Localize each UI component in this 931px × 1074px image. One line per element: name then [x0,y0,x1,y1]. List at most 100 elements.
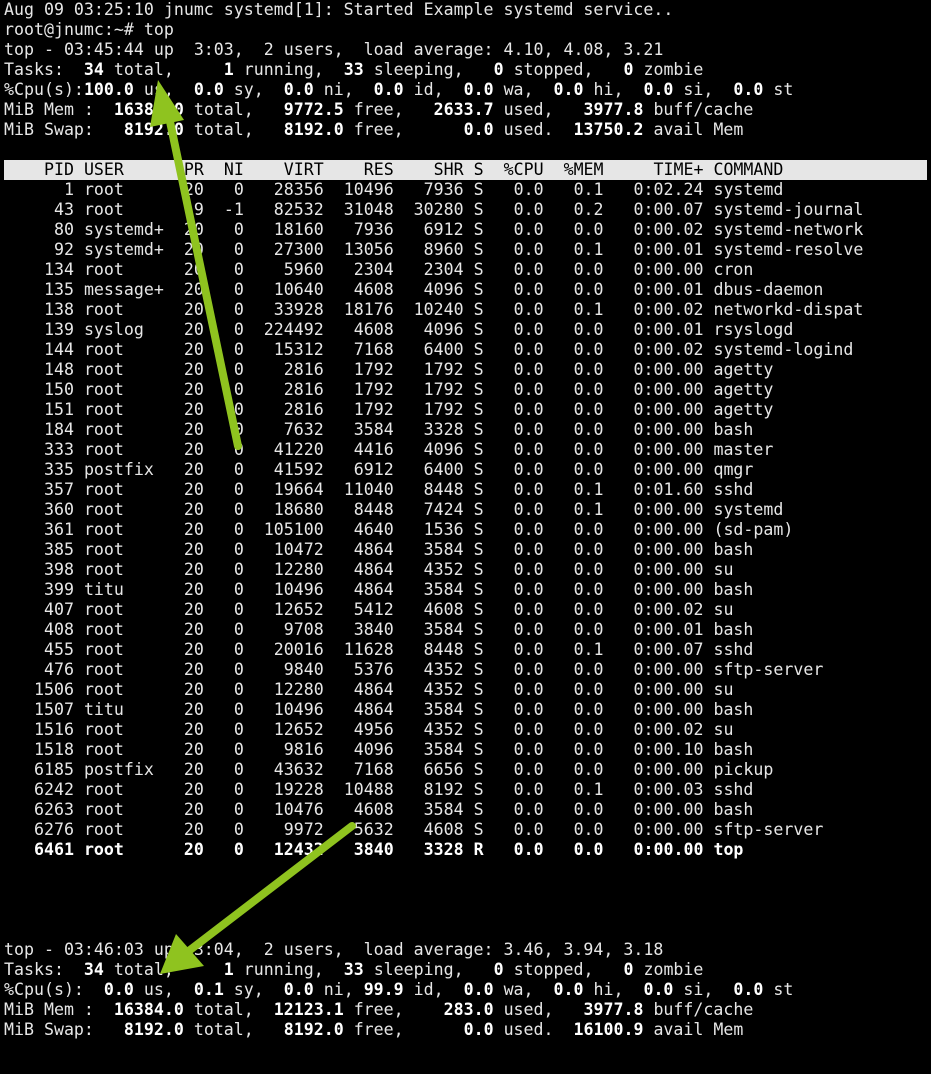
process-row[interactable]: 6263 root 20 0 10476 4608 3584 S 0.0 0.0… [4,800,931,820]
process-row[interactable]: 144 root 20 0 15312 7168 6400 S 0.0 0.0 … [4,340,931,360]
process-row[interactable]: 148 root 20 0 2816 1792 1792 S 0.0 0.0 0… [4,360,931,380]
text-value: 20 [173,240,204,259]
text-value: 385 [4,540,74,559]
text-value: 0 [213,640,244,659]
text-value: 3328 [393,420,464,439]
text-value: bash [713,420,754,439]
process-row[interactable]: 6242 root 20 0 19228 10488 8192 S 0.0 0.… [4,780,931,800]
text-value: 0.0 [403,120,494,139]
text-value: 2816 [243,400,324,419]
text-value: 3584 [393,580,464,599]
text-value: 2816 [243,360,324,379]
text-value: 0:00.00 [603,260,704,279]
process-row[interactable]: 134 root 20 0 5960 2304 2304 S 0.0 0.0 0… [4,260,931,280]
text-value: 20 [173,620,204,639]
text-value: 15312 [243,340,324,359]
text-value: 19228 [243,780,324,799]
process-row[interactable]: 150 root 20 0 2816 1792 1792 S 0.0 0.0 0… [4,380,931,400]
process-row[interactable]: 1507 titu 20 0 10496 4864 3584 S 0.0 0.0… [4,700,931,720]
process-row[interactable]: 6461 root 20 0 12432 3840 3328 R 0.0 0.0… [4,840,931,860]
text-value: 0 [463,960,504,979]
process-row[interactable]: 139 syslog 20 0 224492 4608 4096 S 0.0 0… [4,320,931,340]
text-value: 10496 [243,700,324,719]
text-value: 80 [4,220,74,239]
process-row[interactable]: 455 root 20 0 20016 11628 8448 S 0.0 0.1… [4,640,931,660]
text-value: 10472 [243,540,324,559]
process-row[interactable]: 80 systemd+ 20 0 18160 7936 6912 S 0.0 0… [4,220,931,240]
text-value: 0:00.01 [603,280,704,299]
process-row[interactable]: 357 root 20 0 19664 11040 8448 S 0.0 0.1… [4,480,931,500]
process-row[interactable]: 1 root 20 0 28356 10496 7936 S 0.0 0.1 0… [4,180,931,200]
text-value: 0 [213,540,244,559]
text-value: 10476 [243,800,324,819]
text-value: 0.0 [483,280,544,299]
process-row[interactable]: 184 root 20 0 7632 3584 3328 S 0.0 0.0 0… [4,420,931,440]
text-value: 9772.5 [253,100,344,119]
terminal[interactable]: Aug 09 03:25:10 jnumc systemd[1]: Starte… [4,0,931,1040]
text-value: root [83,800,174,819]
process-row[interactable]: 135 message+ 20 0 10640 4608 4096 S 0.0 … [4,280,931,300]
text-value: postfix [83,760,174,779]
text-value: 8192.0 [253,1020,344,1039]
process-row[interactable]: 335 postfix 20 0 41592 6912 6400 S 0.0 0… [4,460,931,480]
text-value: 3584 [393,620,464,639]
process-row[interactable]: 1516 root 20 0 12652 4956 4352 S 0.0 0.0… [4,720,931,740]
text-value: 5960 [243,260,324,279]
text-value: 0.0 [543,460,604,479]
text-value: systemd [713,180,784,199]
process-row[interactable]: 398 root 20 0 12280 4864 4352 S 0.0 0.0 … [4,560,931,580]
text-value: 1792 [323,400,394,419]
top-summary-first: top - 03:45:44 up 3:03, 2 users, load av… [4,40,931,140]
text-value: COMMAND [713,160,784,179]
text-value: 3584 [393,800,464,819]
text-value: 9816 [243,740,324,759]
text-value: 0 [213,280,244,299]
process-row[interactable]: 385 root 20 0 10472 4864 3584 S 0.0 0.0 … [4,540,931,560]
process-row[interactable]: 408 root 20 0 9708 3840 3584 S 0.0 0.0 0… [4,620,931,640]
process-row[interactable]: 361 root 20 0 105100 4640 1536 S 0.0 0.0… [4,520,931,540]
text-value: 20 [173,840,204,859]
text-value: 3584 [393,540,464,559]
text-value: 1792 [323,360,394,379]
process-row[interactable]: 399 titu 20 0 10496 4864 3584 S 0.0 0.0 … [4,580,931,600]
process-row[interactable]: 43 root 19 -1 82532 31048 30280 S 0.0 0.… [4,200,931,220]
text-value: 20 [173,280,204,299]
text-value: 11628 [323,640,394,659]
text-value: 6461 [4,840,74,859]
process-row[interactable]: 476 root 20 0 9840 5376 4352 S 0.0 0.0 0… [4,660,931,680]
text-value: 361 [4,520,74,539]
text-value: S [473,360,484,379]
text-value: 0 [213,620,244,639]
text-value: top - 03:45:44 up 3:03, 2 users, load av… [4,40,664,59]
text-value: 16384.0 [103,100,184,119]
text-value: 20 [173,420,204,439]
text-value: 0.0 [483,440,544,459]
process-row[interactable]: 1518 root 20 0 9816 4096 3584 S 0.0 0.0 … [4,740,931,760]
text-value: 0.0 [543,420,604,439]
process-row[interactable]: 360 root 20 0 18680 8448 7424 S 0.0 0.1 … [4,500,931,520]
text-value: 4608 [323,280,394,299]
process-row[interactable]: 1506 root 20 0 12280 4864 4352 S 0.0 0.0… [4,680,931,700]
process-row[interactable]: 138 root 20 0 33928 18176 10240 S 0.0 0.… [4,300,931,320]
process-row[interactable]: 407 root 20 0 12652 5412 4608 S 0.0 0.0 … [4,600,931,620]
text-value: pickup [713,760,774,779]
text-value: 3584 [393,700,464,719]
process-row[interactable]: 6276 root 20 0 9972 5632 4608 S 0.0 0.0 … [4,820,931,840]
text-value: S [473,580,484,599]
text-value: su [713,600,734,619]
text-value: 0:00.01 [603,240,704,259]
text-value: 0.0 [623,80,674,99]
text-value: root [83,680,174,699]
text-value: 0.0 [543,560,604,579]
process-row[interactable]: 92 systemd+ 20 0 27300 13056 8960 S 0.0 … [4,240,931,260]
process-row[interactable]: 6185 postfix 20 0 43632 7168 6656 S 0.0 … [4,760,931,780]
text-value: 105100 [243,520,324,539]
text-value: 0:00.10 [603,740,704,759]
text-value: 0.0 [403,1020,494,1039]
process-row[interactable]: 333 root 20 0 41220 4416 4096 S 0.0 0.0 … [4,440,931,460]
text-value: 0.0 [483,780,544,799]
text-value: su [713,720,734,739]
process-row[interactable]: 151 root 20 0 2816 1792 1792 S 0.0 0.0 0… [4,400,931,420]
text-value: R [473,840,484,859]
